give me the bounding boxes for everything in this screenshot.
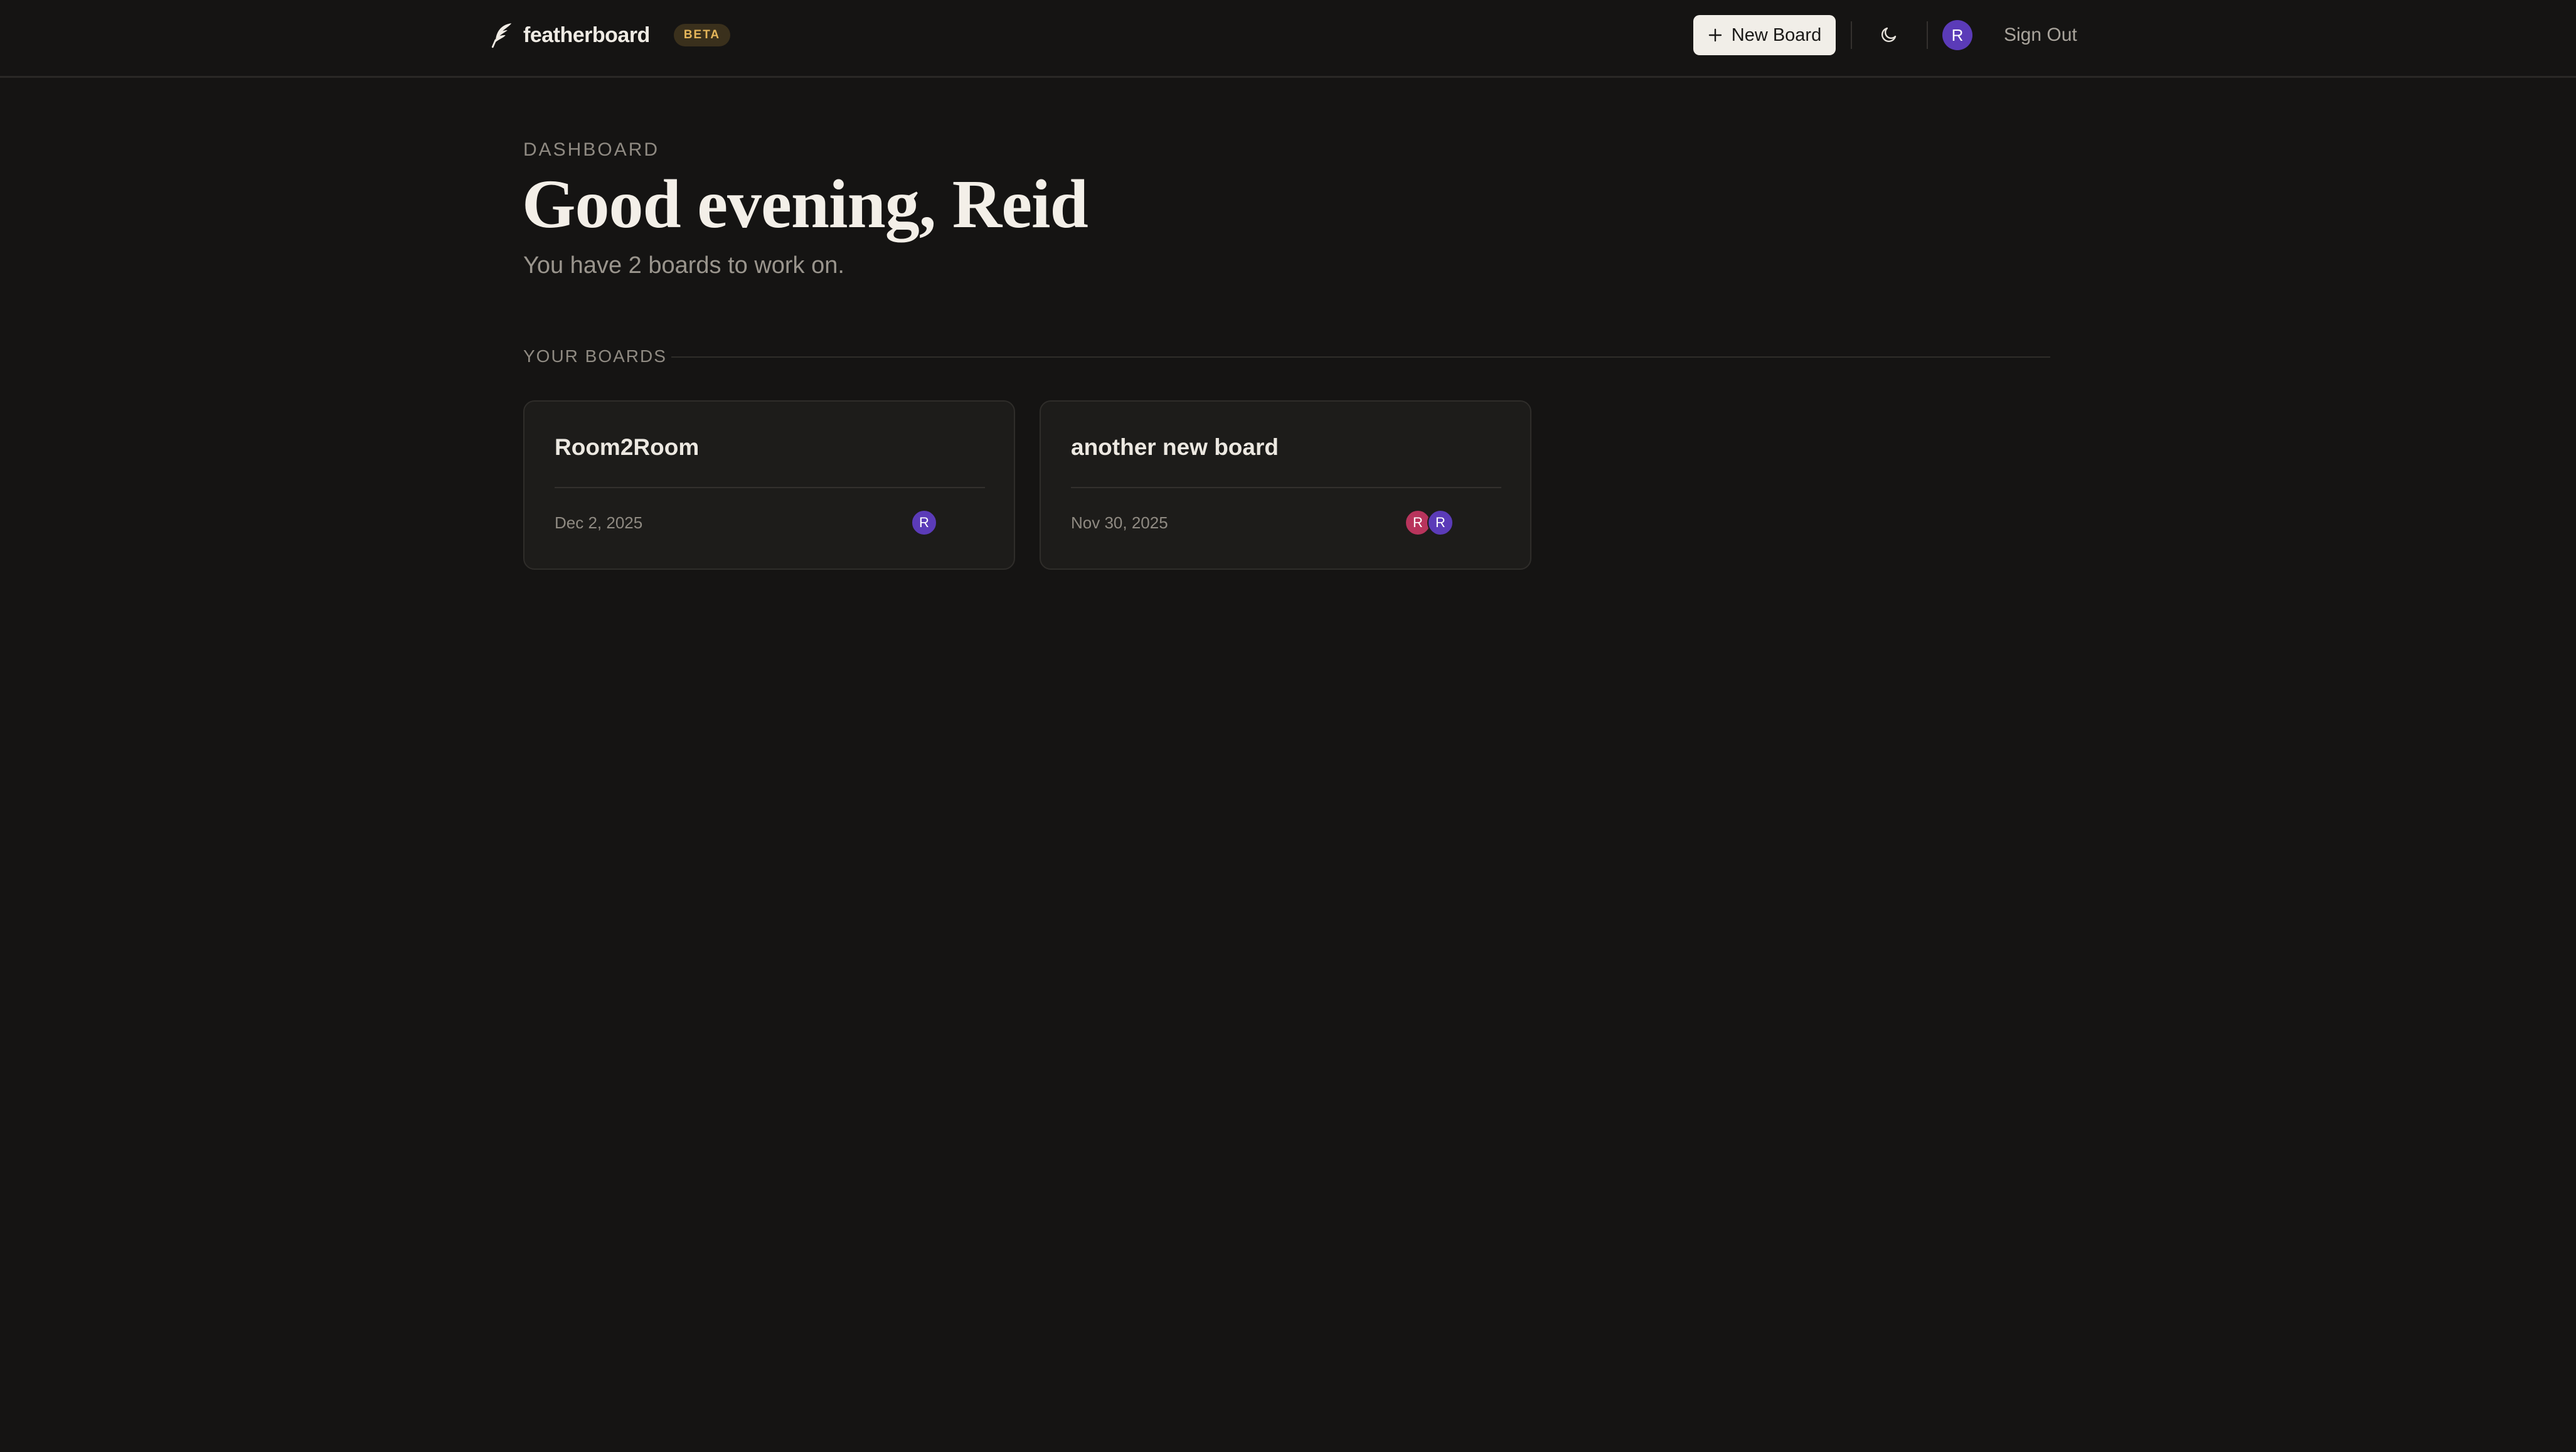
beta-badge: BETA bbox=[673, 24, 731, 46]
section-divider bbox=[671, 356, 2050, 358]
page-title: Good evening, Reid bbox=[522, 166, 1088, 242]
board-date: Dec 2, 2025 bbox=[555, 513, 643, 532]
moon-icon bbox=[1881, 27, 1897, 43]
page-eyebrow: DASHBOARD bbox=[523, 139, 660, 160]
new-board-label: New Board bbox=[1731, 24, 1822, 45]
nav-divider bbox=[1851, 21, 1852, 49]
theme-toggle-button[interactable] bbox=[1875, 20, 1903, 49]
brand-name: featherboard bbox=[523, 23, 650, 47]
member-avatar: R bbox=[1427, 510, 1454, 536]
board-title: another new board bbox=[1071, 434, 1279, 460]
board-members: R bbox=[911, 510, 937, 536]
board-card-room2room[interactable]: Room2Room Dec 2, 2025 R bbox=[523, 400, 1015, 570]
nav-divider bbox=[1927, 21, 1928, 49]
card-divider bbox=[1071, 487, 1501, 488]
user-avatar[interactable]: R bbox=[1942, 20, 1972, 50]
board-members: R R bbox=[1405, 510, 1454, 536]
card-divider bbox=[555, 487, 985, 488]
new-board-button[interactable]: New Board bbox=[1693, 15, 1836, 55]
plus-icon bbox=[1708, 28, 1722, 42]
top-navigation-bar: featherboard BETA New Board R Sign Out bbox=[0, 0, 2576, 78]
board-date: Nov 30, 2025 bbox=[1071, 513, 1168, 532]
board-card-another-new-board[interactable]: another new board Nov 30, 2025 R R bbox=[1040, 400, 1531, 570]
sign-out-link[interactable]: Sign Out bbox=[2004, 21, 2077, 49]
member-avatar: R bbox=[911, 510, 937, 536]
board-title: Room2Room bbox=[555, 434, 700, 460]
section-label-your-boards: YOUR BOARDS bbox=[523, 346, 667, 366]
feather-icon bbox=[491, 23, 512, 48]
brand-logo-link[interactable]: featherboard BETA bbox=[491, 19, 731, 51]
page-subtitle: You have 2 boards to work on. bbox=[523, 252, 844, 279]
